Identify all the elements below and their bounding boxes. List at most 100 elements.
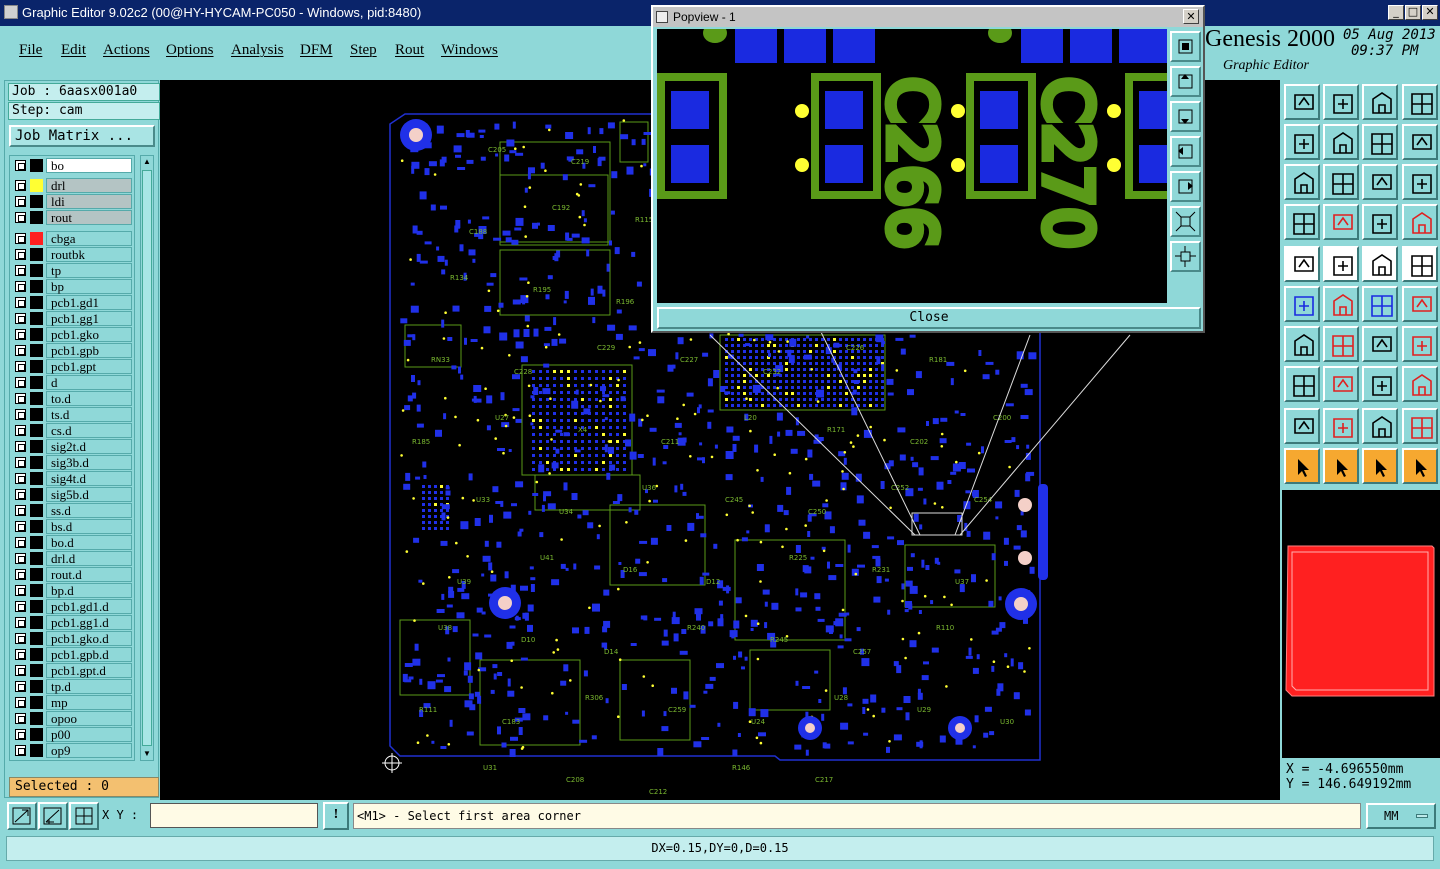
scroll-down-arrow[interactable]: ▼ — [141, 748, 153, 760]
menu-step[interactable]: Step — [350, 42, 377, 59]
layer-color-swatch[interactable] — [30, 728, 43, 741]
layer-name[interactable]: op9 — [46, 743, 132, 758]
layer-checkbox[interactable] — [15, 393, 26, 404]
layer-row[interactable]: routbk — [10, 247, 134, 262]
board-minimap[interactable] — [1282, 490, 1440, 758]
layer-row[interactable]: sig5b.d — [10, 487, 134, 502]
layer-checkbox[interactable] — [15, 180, 26, 191]
pad-tool-button[interactable] — [1402, 246, 1438, 282]
layer-checkbox[interactable] — [15, 537, 26, 548]
layer-name[interactable]: tp.d — [46, 679, 132, 694]
layer-row[interactable]: rout — [10, 210, 134, 225]
polygon-edit-tool-button[interactable] — [1362, 408, 1398, 444]
layer-row[interactable]: tp.d — [10, 679, 134, 694]
layer-checkbox[interactable] — [15, 601, 26, 612]
layer-name[interactable]: drl — [46, 178, 132, 193]
layer-name[interactable]: cs.d — [46, 423, 132, 438]
delete-tool-button[interactable] — [1323, 286, 1359, 322]
layer-row[interactable]: ldi — [10, 194, 134, 209]
layer-color-swatch[interactable] — [30, 472, 43, 485]
layer-checkbox[interactable] — [15, 473, 26, 484]
layer-checkbox[interactable] — [15, 521, 26, 532]
layer-color-swatch[interactable] — [30, 440, 43, 453]
layer-row[interactable]: ts.d — [10, 407, 134, 422]
layer-name[interactable]: pcb1.gd1 — [46, 295, 132, 310]
layer-row[interactable]: bp.d — [10, 583, 134, 598]
pad-add-tool-button[interactable] — [1284, 366, 1320, 402]
layer-color-swatch[interactable] — [30, 392, 43, 405]
layer-checkbox[interactable] — [15, 281, 26, 292]
layer-color-swatch[interactable] — [30, 680, 43, 693]
layer-color-swatch[interactable] — [30, 408, 43, 421]
layer-checkbox[interactable] — [15, 665, 26, 676]
popview-pan-left-button[interactable] — [1170, 136, 1201, 167]
layer-row[interactable]: sig2t.d — [10, 439, 134, 454]
zoom-home-tool-button[interactable] — [1284, 84, 1320, 120]
layer-name[interactable]: sig2t.d — [46, 439, 132, 454]
layer-checkbox[interactable] — [15, 409, 26, 420]
layer-name[interactable]: bs.d — [46, 519, 132, 534]
layer-name[interactable]: pcb1.gko.d — [46, 631, 132, 646]
polygon-cut-tool-button[interactable] — [1402, 408, 1438, 444]
layer-color-swatch[interactable] — [30, 568, 43, 581]
measure-mode-button[interactable] — [38, 802, 68, 830]
layer-name[interactable]: pcb1.gg1.d — [46, 615, 132, 630]
snap-tool-button[interactable] — [1323, 204, 1359, 240]
layer-checkbox[interactable] — [15, 212, 26, 223]
menu-file[interactable]: File — [19, 42, 42, 59]
layer-color-swatch[interactable] — [30, 696, 43, 709]
layer-color-swatch[interactable] — [30, 456, 43, 469]
ruler-tool-button[interactable] — [1362, 246, 1398, 282]
layer-name[interactable]: pcb1.gpt.d — [46, 663, 132, 678]
layer-row[interactable]: cs.d — [10, 423, 134, 438]
popview-fit-button[interactable] — [1170, 241, 1201, 272]
layer-name[interactable]: ldi — [46, 194, 132, 209]
layer-row[interactable]: pcb1.gpt — [10, 359, 134, 374]
feature-select-tool-button[interactable] — [1284, 246, 1320, 282]
layer-color-swatch[interactable] — [30, 600, 43, 613]
popview-close-button[interactable]: Close — [657, 307, 1201, 329]
layer-checkbox[interactable] — [15, 633, 26, 644]
menu-windows[interactable]: Windows — [441, 42, 498, 59]
xy-input[interactable] — [150, 803, 318, 828]
layer-checkbox[interactable] — [15, 297, 26, 308]
layer-color-swatch[interactable] — [30, 344, 43, 357]
layer-row[interactable]: cbga — [10, 231, 134, 246]
layer-color-swatch[interactable] — [30, 296, 43, 309]
layer-color-swatch[interactable] — [30, 376, 43, 389]
popview-pan-down-button[interactable] — [1170, 101, 1201, 132]
layer-color-swatch[interactable] — [30, 552, 43, 565]
layer-checkbox[interactable] — [15, 377, 26, 388]
polygon-tool-button[interactable] — [1323, 408, 1359, 444]
popview-window[interactable]: Popview - 1 ✕ C266 C270 Close — [651, 5, 1205, 333]
popview-zoom-view[interactable]: C266 C270 — [657, 29, 1167, 303]
layer-checkbox[interactable] — [15, 313, 26, 324]
popview-close-x-button[interactable]: ✕ — [1183, 9, 1199, 24]
layer-row[interactable]: drl.d — [10, 551, 134, 566]
layer-color-swatch[interactable] — [30, 536, 43, 549]
select-pointer-tool-button[interactable] — [1323, 448, 1359, 484]
layer-color-swatch[interactable] — [30, 264, 43, 277]
layer-name[interactable]: tp — [46, 263, 132, 278]
layer-checkbox[interactable] — [15, 425, 26, 436]
layer-row[interactable]: pcb1.gd1.d — [10, 599, 134, 614]
layer-scrollbar[interactable]: ▲ ▼ — [140, 155, 154, 761]
exclamation-button[interactable]: ! — [323, 802, 349, 830]
maximize-button[interactable]: □ — [1405, 5, 1421, 20]
layer-checkbox[interactable] — [15, 329, 26, 340]
layer-color-swatch[interactable] — [30, 312, 43, 325]
layer-color-swatch[interactable] — [30, 744, 43, 757]
menu-actions[interactable]: Actions — [103, 42, 150, 59]
layer-name[interactable]: sig5b.d — [46, 487, 132, 502]
layer-checkbox[interactable] — [15, 361, 26, 372]
layer-checkbox[interactable] — [15, 681, 26, 692]
menu-dfm[interactable]: DFM — [300, 42, 333, 59]
menu-analysis[interactable]: Analysis — [231, 42, 284, 59]
layer-color-swatch[interactable] — [30, 159, 43, 172]
layer-name[interactable]: mp — [46, 695, 132, 710]
graphic-control-tool-button[interactable] — [1284, 204, 1320, 240]
move-tool-button[interactable] — [1402, 286, 1438, 322]
pan-right-tool-button[interactable] — [1323, 124, 1359, 160]
minimize-button[interactable]: _ — [1388, 5, 1404, 20]
job-matrix-button[interactable]: Job Matrix ... — [9, 125, 155, 147]
